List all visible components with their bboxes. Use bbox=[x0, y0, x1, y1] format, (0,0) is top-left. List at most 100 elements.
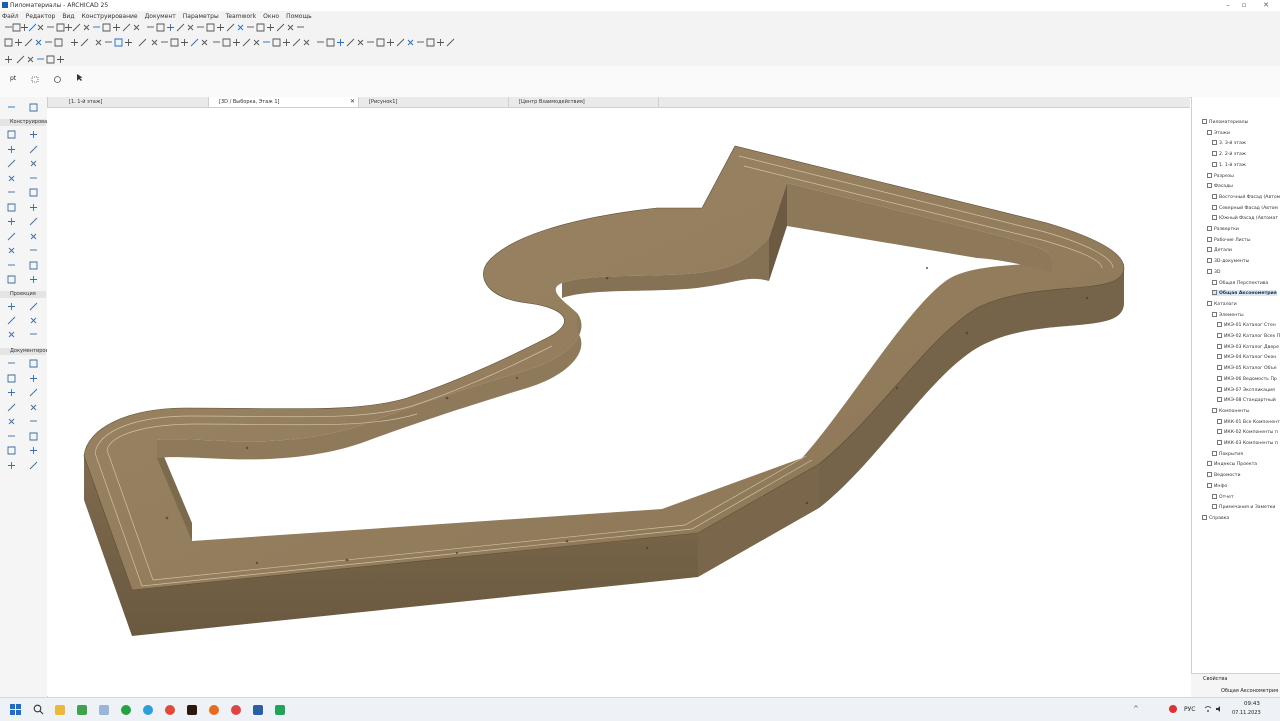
firefox-icon[interactable] bbox=[209, 705, 219, 715]
navigator-item[interactable]: 3D bbox=[1207, 268, 1220, 275]
archicad-taskbar-icon[interactable] bbox=[253, 705, 263, 715]
menu-item-6[interactable]: Teamwork bbox=[226, 13, 256, 20]
rotate-icon[interactable] bbox=[53, 75, 62, 84]
menu-item-8[interactable]: Помощь bbox=[286, 13, 312, 20]
toolbar-tool-icon[interactable] bbox=[94, 38, 103, 47]
toolbox-tool-icon[interactable] bbox=[29, 174, 38, 183]
navigator-item[interactable]: 2. 2-й этаж bbox=[1212, 151, 1246, 157]
navigator-item[interactable]: 3D-документы bbox=[1207, 258, 1249, 264]
3d-viewport[interactable] bbox=[47, 108, 1190, 696]
toolbar-tool-icon[interactable] bbox=[36, 23, 45, 32]
toolbar-tool-icon[interactable] bbox=[186, 23, 195, 32]
app-icon-green[interactable] bbox=[77, 705, 87, 715]
toolbar-tool-icon[interactable] bbox=[426, 38, 435, 47]
toolbar-tool-icon[interactable] bbox=[346, 38, 355, 47]
toolbar-tool-icon[interactable] bbox=[114, 38, 123, 47]
tab-drawing[interactable]: [Рисунок1] bbox=[359, 97, 509, 107]
toolbar-tool-icon[interactable] bbox=[396, 38, 405, 47]
toolbox-tool-icon[interactable] bbox=[29, 461, 38, 470]
navigator-item[interactable]: Инфо bbox=[1207, 482, 1227, 489]
toolbar-tool-icon[interactable] bbox=[206, 23, 215, 32]
toolbox-tool-icon[interactable] bbox=[29, 388, 38, 397]
navigator-item[interactable]: ИКЭ-06 Ведомость Пр bbox=[1217, 375, 1277, 382]
maximize-icon[interactable]: ▫ bbox=[1238, 1, 1250, 10]
menu-item-4[interactable]: Документ bbox=[145, 13, 176, 20]
toolbar-tool-icon[interactable] bbox=[4, 55, 13, 64]
app-icon-green-2[interactable] bbox=[275, 705, 285, 715]
toolbox-tool-icon[interactable] bbox=[7, 203, 16, 212]
menu-item-1[interactable]: Редактор bbox=[26, 13, 56, 20]
toolbox-tool-icon[interactable] bbox=[29, 302, 38, 311]
menu-item-7[interactable]: Окно bbox=[263, 13, 279, 20]
menu-item-0[interactable]: Файл bbox=[2, 13, 19, 20]
toolbox-tool-icon[interactable] bbox=[7, 359, 16, 368]
language-indicator[interactable]: РУС bbox=[1184, 706, 1195, 713]
toolbox-tool-icon[interactable] bbox=[7, 246, 16, 255]
navigator-item[interactable]: Каталоги bbox=[1207, 300, 1237, 307]
navigator-item[interactable]: ИКЭ-05 Каталог Объе bbox=[1217, 365, 1277, 371]
toolbox-tool-icon[interactable] bbox=[29, 159, 38, 168]
navigator-item[interactable]: 3. 3-й этаж bbox=[1212, 140, 1246, 146]
toolbar-tool-icon[interactable] bbox=[212, 38, 221, 47]
toolbox-tool-icon[interactable] bbox=[7, 316, 16, 325]
navigator-item[interactable]: ИКЭ-01 Каталог Стен bbox=[1217, 322, 1276, 328]
toolbar-tool-icon[interactable] bbox=[242, 38, 251, 47]
file-explorer-icon[interactable] bbox=[55, 705, 65, 715]
navigator-item[interactable]: ИКК-01 Все Компонент bbox=[1217, 418, 1280, 425]
navigator-item[interactable]: Пиломатериалы bbox=[1202, 119, 1248, 125]
toolbar-tool-icon[interactable] bbox=[92, 23, 101, 32]
toolbox-tool-icon[interactable] bbox=[7, 188, 16, 197]
toolbar-tool-icon[interactable] bbox=[4, 38, 13, 47]
toolbar-tool-icon[interactable] bbox=[222, 38, 231, 47]
toolbox-tool-icon[interactable] bbox=[7, 330, 16, 339]
toolbox-section-design[interactable]: Конструирова bbox=[0, 119, 47, 126]
toolbar-tool-icon[interactable] bbox=[34, 38, 43, 47]
menu-item-2[interactable]: Вид bbox=[62, 13, 74, 20]
close-icon[interactable]: ✕ bbox=[1260, 1, 1272, 10]
navigator-item[interactable]: Элементы bbox=[1212, 311, 1244, 318]
toolbar-tool-icon[interactable] bbox=[54, 38, 63, 47]
navigator-item[interactable]: Рабочие Листы bbox=[1207, 236, 1250, 243]
toolbox-tool-icon[interactable] bbox=[7, 446, 16, 455]
navigator-item[interactable]: Компоненты bbox=[1212, 407, 1250, 414]
toolbox-tool-icon[interactable] bbox=[29, 103, 38, 112]
navigator-item[interactable]: Фасады bbox=[1207, 183, 1233, 189]
toolbox-tool-icon[interactable] bbox=[7, 417, 16, 426]
wifi-icon[interactable] bbox=[1204, 705, 1212, 713]
toolbar-tool-icon[interactable] bbox=[72, 23, 81, 32]
volume-icon[interactable] bbox=[1215, 705, 1223, 713]
toolbar-tool-icon[interactable] bbox=[176, 23, 185, 32]
navigator-item[interactable]: Общая Аксонометрия bbox=[1212, 290, 1277, 297]
toolbox-tool-icon[interactable] bbox=[7, 461, 16, 470]
navigator-item[interactable]: Справка bbox=[1202, 514, 1229, 521]
toolbar-tool-icon[interactable] bbox=[80, 38, 89, 47]
toolbar-tool-icon[interactable] bbox=[266, 23, 275, 32]
toolbar-tool-icon[interactable] bbox=[236, 23, 245, 32]
close-tab-icon[interactable]: ✕ bbox=[350, 97, 355, 107]
toolbar-tool-icon[interactable] bbox=[46, 23, 55, 32]
toolbar-tool-icon[interactable] bbox=[190, 38, 199, 47]
navigator-item[interactable]: Развертки bbox=[1207, 226, 1239, 232]
toolbar-tool-icon[interactable] bbox=[292, 38, 301, 47]
toolbox-tool-icon[interactable] bbox=[7, 374, 16, 383]
toolbox-tool-icon[interactable] bbox=[29, 359, 38, 368]
toolbar-tool-icon[interactable] bbox=[366, 38, 375, 47]
toolbar-tool-icon[interactable] bbox=[232, 38, 241, 47]
toolbar-tool-icon[interactable] bbox=[104, 38, 113, 47]
toolbox-tool-icon[interactable] bbox=[29, 275, 38, 284]
toolbar-tool-icon[interactable] bbox=[336, 38, 345, 47]
toolbar-tool-icon[interactable] bbox=[170, 38, 179, 47]
toolbar-tool-icon[interactable] bbox=[44, 38, 53, 47]
toolbox-tool-icon[interactable] bbox=[29, 188, 38, 197]
toolbar-tool-icon[interactable] bbox=[180, 38, 189, 47]
navigator-item[interactable]: Примечания и Заметки bbox=[1212, 504, 1275, 510]
navigator-item[interactable]: ИКК-02 Компоненты п bbox=[1217, 429, 1278, 435]
toolbox-section-document[interactable]: Документиров bbox=[0, 348, 48, 355]
toolbar-tool-icon[interactable] bbox=[302, 38, 311, 47]
toolbar-tool-icon[interactable] bbox=[70, 38, 79, 47]
navigator-item[interactable]: Покрытия bbox=[1212, 450, 1243, 457]
toolbox-tool-icon[interactable] bbox=[29, 145, 38, 154]
windows-start-icon[interactable] bbox=[10, 704, 21, 715]
toolbox-tool-icon[interactable] bbox=[29, 330, 38, 339]
navigator-item[interactable]: ИКК-03 Компоненты п bbox=[1217, 440, 1278, 446]
